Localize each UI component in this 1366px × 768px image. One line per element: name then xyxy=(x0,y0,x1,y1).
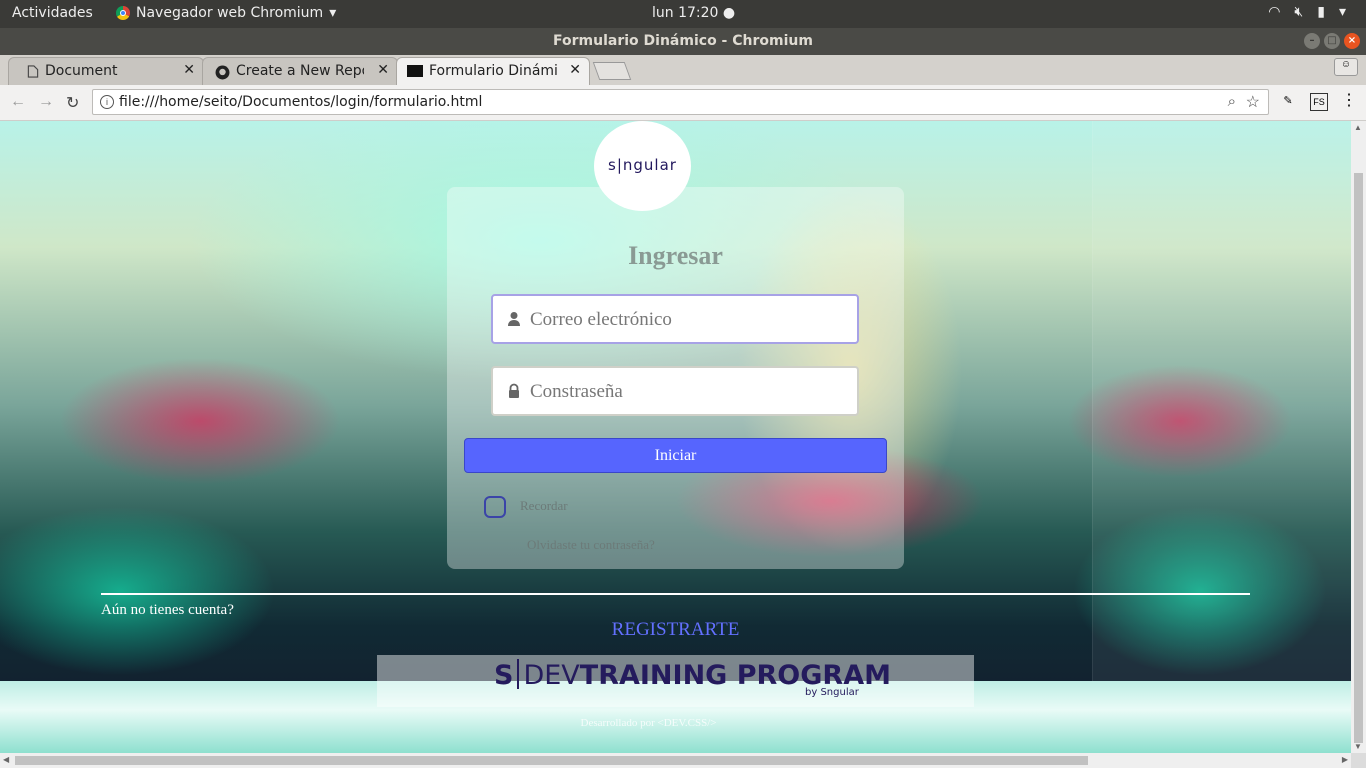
login-card: Ingresar Iniciar Recordar Olvidaste tu c… xyxy=(447,187,904,569)
address-bar[interactable]: i file:///home/seito/Documentos/login/fo… xyxy=(92,89,1269,115)
login-heading: Ingresar xyxy=(628,241,723,270)
activities-button[interactable]: Actividades xyxy=(12,5,93,21)
scroll-right-icon[interactable]: ▶ xyxy=(1342,755,1348,764)
maximize-button[interactable]: □ xyxy=(1324,33,1340,49)
app-menu-label: Navegador web Chromium xyxy=(136,5,324,21)
horizontal-scroll-thumb[interactable] xyxy=(15,756,1088,765)
vertical-scroll-thumb[interactable] xyxy=(1354,173,1363,743)
bookmark-star-icon[interactable]: ☆ xyxy=(1246,92,1260,112)
scroll-left-icon[interactable]: ◀ xyxy=(3,755,9,764)
banner-by: by Sngular xyxy=(805,687,859,698)
app-menu[interactable]: Navegador web Chromium ▾ xyxy=(116,5,336,21)
menu-kebab-icon[interactable]: ⋮ xyxy=(1341,93,1357,109)
password-input[interactable] xyxy=(528,378,852,406)
system-tray[interactable]: ◠ 🔇︎ ▮ ▾ xyxy=(1268,4,1346,20)
minimize-button[interactable]: – xyxy=(1304,33,1320,49)
vertical-scrollbar[interactable]: ▲ ▼ xyxy=(1351,121,1366,753)
chevron-down-icon: ▾ xyxy=(329,5,337,21)
remember-label: Recordar xyxy=(520,498,568,513)
email-field[interactable] xyxy=(491,294,859,344)
clock[interactable]: lun 17:20 ● xyxy=(652,5,735,21)
browser-toolbar: ← → ↻ i file:///home/seito/Documentos/lo… xyxy=(0,85,1366,121)
close-tab-icon[interactable]: ✕ xyxy=(377,62,389,78)
register-link-text[interactable]: REGISTRARTE xyxy=(612,619,740,640)
extension-pencil-icon[interactable]: ✎ xyxy=(1280,93,1296,109)
password-field[interactable] xyxy=(491,366,859,416)
tab-label: Formulario Dinámic xyxy=(429,63,557,79)
tab-label: Create a New Repos xyxy=(236,63,364,79)
dev-training-banner: S DEVTRAINING PROGRAM by Sngular xyxy=(377,655,974,707)
banner-dev: DEV xyxy=(523,660,580,691)
close-tab-icon[interactable]: ✕ xyxy=(183,62,195,78)
chevron-down-icon: ▾ xyxy=(1338,4,1346,20)
window-title: Formulario Dinámico - Chromium xyxy=(553,33,813,49)
scrollbar-corner xyxy=(1351,753,1366,768)
email-input[interactable] xyxy=(528,306,852,334)
lock-icon xyxy=(509,383,519,398)
extension-fs-icon[interactable]: FS xyxy=(1310,93,1328,111)
tab-label: Document xyxy=(45,63,118,79)
chromium-icon xyxy=(116,6,130,20)
tab-formulario[interactable]: Formulario Dinámic ✕ xyxy=(396,57,590,85)
close-tab-icon[interactable]: ✕ xyxy=(569,62,581,78)
tab-document[interactable]: Document ✕ xyxy=(8,57,204,85)
address-bar-url[interactable]: file:///home/seito/Documentos/login/form… xyxy=(119,94,482,110)
zoom-icon[interactable]: ⌕ xyxy=(1228,93,1236,110)
info-icon[interactable]: i xyxy=(100,95,114,109)
profile-icon[interactable]: ☺ xyxy=(1334,58,1358,76)
credit-text: Desarrollado por <DEV.CSS/> xyxy=(580,717,717,729)
banner-divider xyxy=(517,659,520,689)
horizontal-scrollbar[interactable]: ◀ ▶ xyxy=(0,753,1351,768)
new-tab-button[interactable] xyxy=(592,62,632,80)
back-arrow-icon[interactable]: ← xyxy=(10,93,26,111)
page-content: s|ngular Ingresar Iniciar Recordar Olvid… xyxy=(0,121,1351,753)
banner-s: S xyxy=(494,660,514,691)
system-top-bar: Actividades Navegador web Chromium ▾ lun… xyxy=(0,0,1366,28)
user-icon xyxy=(508,312,520,326)
github-icon xyxy=(215,65,230,80)
register-link: REGISTRARTE xyxy=(0,619,1351,641)
remember-checkbox[interactable] xyxy=(484,496,506,518)
scroll-down-icon[interactable]: ▼ xyxy=(1354,742,1362,751)
reload-icon[interactable]: ↻ xyxy=(66,93,79,113)
clock-text: lun 17:20 xyxy=(652,5,719,21)
wifi-icon: ◠ xyxy=(1268,4,1281,20)
background-strip xyxy=(1092,121,1351,753)
window-title-bar: Formulario Dinámico - Chromium – □ × xyxy=(0,28,1366,55)
scroll-up-icon[interactable]: ▲ xyxy=(1354,123,1362,132)
document-icon xyxy=(27,65,39,78)
singular-favicon xyxy=(407,65,423,77)
battery-icon: ▮ xyxy=(1317,4,1325,20)
tab-create-repo[interactable]: Create a New Repos ✕ xyxy=(202,57,398,85)
volume-muted-icon: 🔇︎ xyxy=(1294,4,1304,20)
close-window-button[interactable]: × xyxy=(1344,33,1360,49)
no-account-text: Aún no tienes cuenta? xyxy=(101,602,234,618)
login-button[interactable]: Iniciar xyxy=(464,438,887,473)
tab-strip: Document ✕ Create a New Repos ✕ Formular… xyxy=(0,55,1366,85)
forward-arrow-icon[interactable]: → xyxy=(38,93,54,111)
divider xyxy=(101,593,1250,595)
forgot-password-link[interactable]: Olvidaste tu contraseña? xyxy=(527,537,655,553)
